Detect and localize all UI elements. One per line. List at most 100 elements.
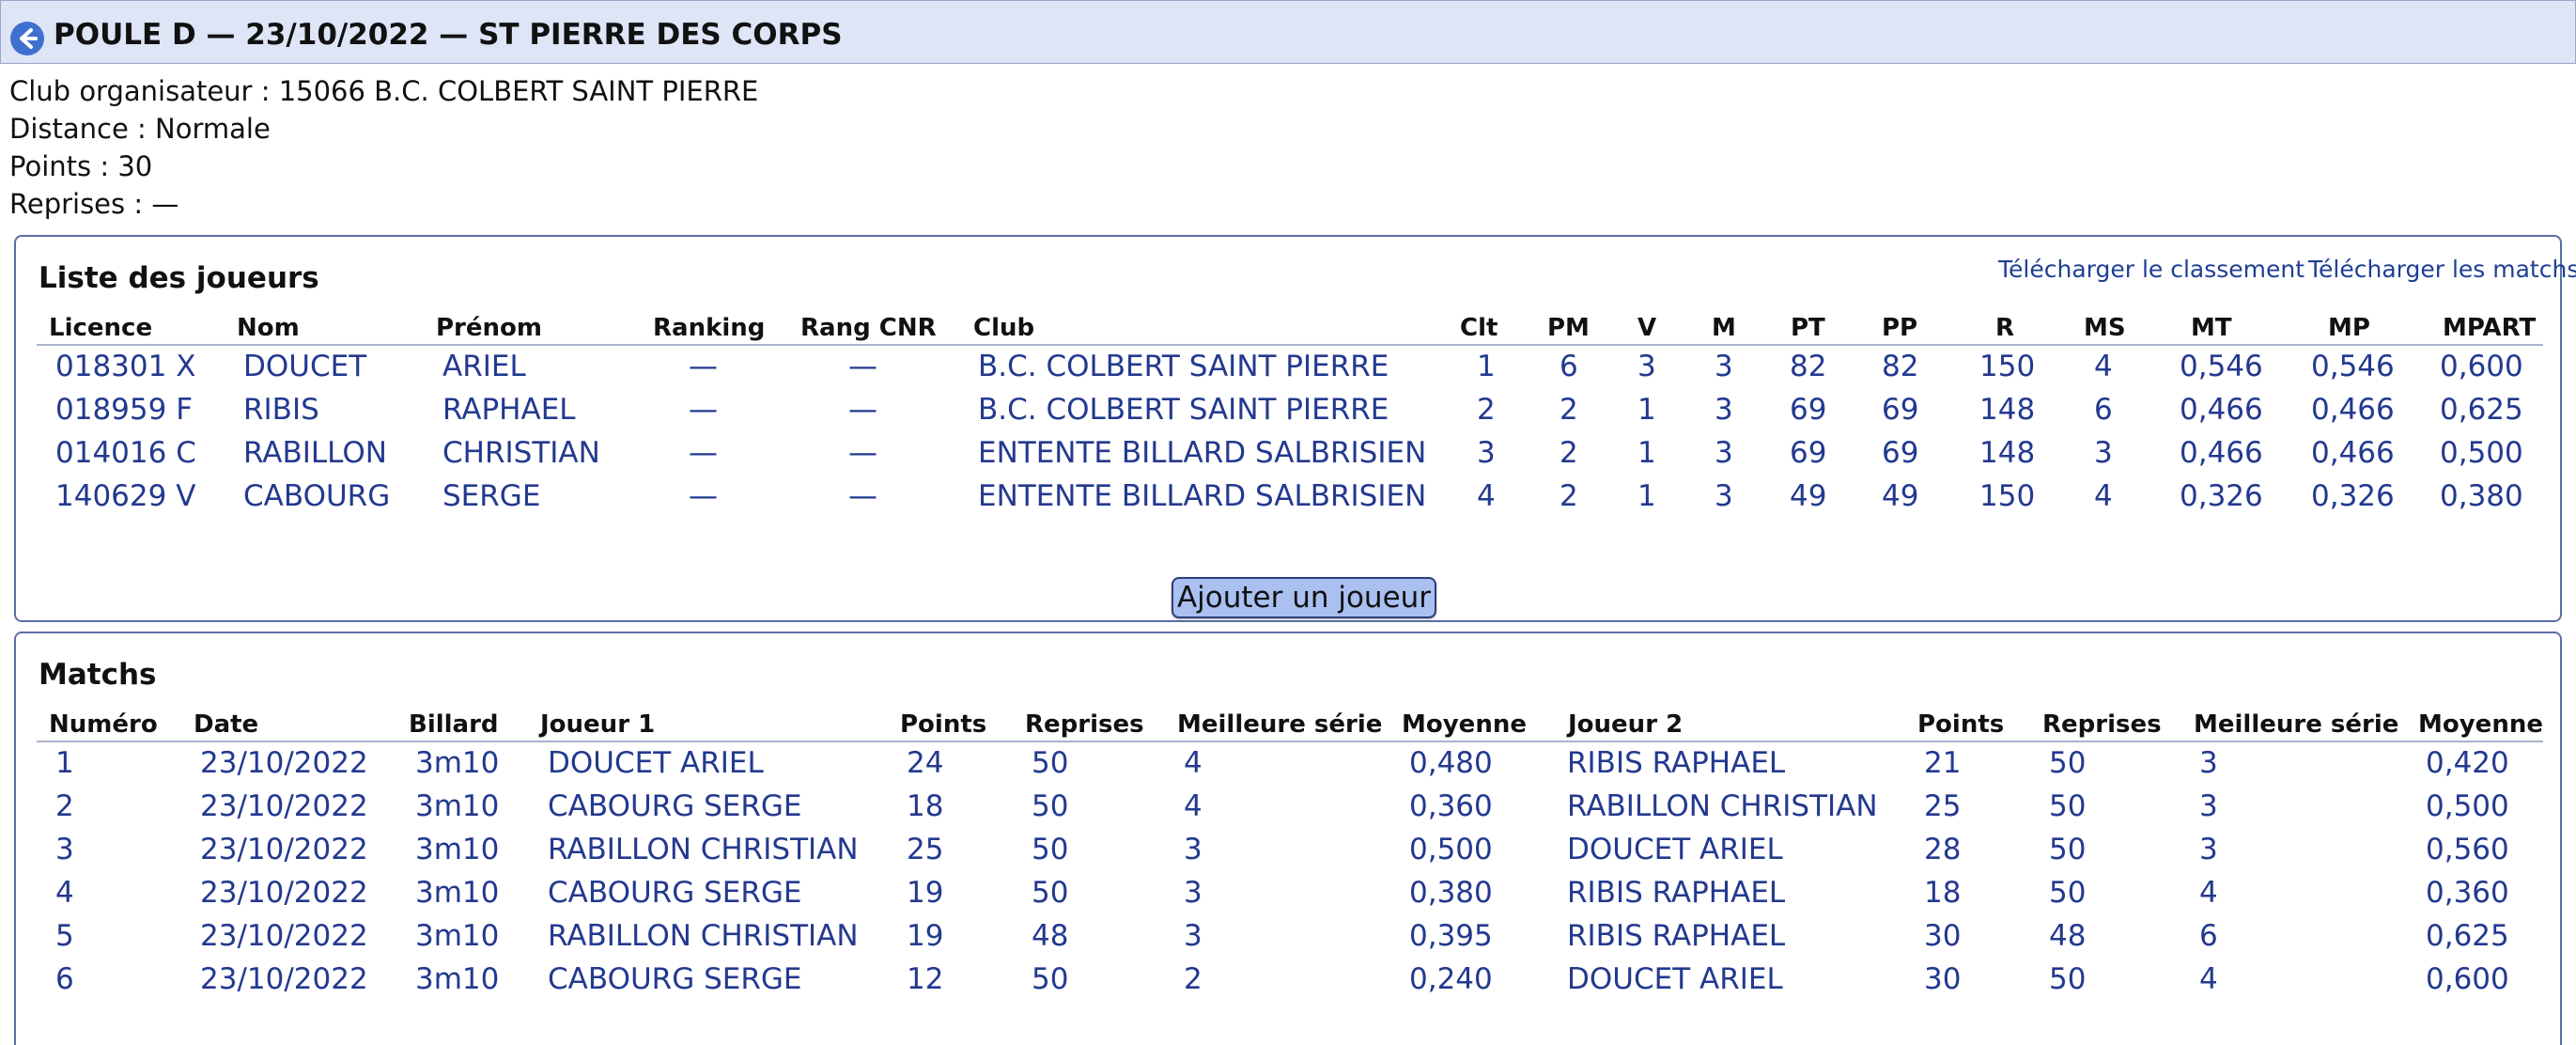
match-cell-billard: 3m10: [415, 919, 500, 953]
column-header-moyenne: Moyenne: [2418, 710, 2543, 739]
match-cell-moyenne: 0,600: [2426, 962, 2509, 996]
match-cell-joueur-1: DOUCET ARIEL: [548, 746, 764, 780]
match-cell-joueur-2: DOUCET ARIEL: [1567, 833, 1783, 866]
column-header-v: V: [1637, 314, 1657, 342]
match-row[interactable]: 6 23/10/2022 3m10 CABOURG SERGE 12 50 2 0,240 DO…: [16, 962, 2560, 1006]
match-row[interactable]: 1 23/10/2022 3m10 DOUCET ARIEL 24 50 4 0,480 RIB…: [16, 746, 2560, 789]
player-cell-licence: 018959 F: [55, 393, 194, 427]
player-cell-prenom: RAPHAEL: [442, 393, 576, 427]
match-row[interactable]: 5 23/10/2022 3m10 RABILLON CHRISTIAN 19 48 3 0,…: [16, 919, 2560, 962]
player-cell-mp: 0,546: [2311, 350, 2395, 383]
match-row[interactable]: 4 23/10/2022 3m10 CABOURG SERGE 19 50 3 0,380 RI…: [16, 876, 2560, 919]
add-player-button[interactable]: Ajouter un joueur: [1172, 577, 1436, 618]
match-cell-date: 23/10/2022: [200, 833, 368, 866]
match-cell-points: 19: [907, 919, 944, 953]
info-reprises: Reprises : —: [9, 188, 178, 220]
match-cell-numero: 2: [55, 789, 74, 823]
match-cell-numero: 5: [55, 919, 74, 953]
column-header-meilleure-serie: Meilleure série: [2194, 710, 2399, 739]
player-cell-pt: 69: [1790, 393, 1827, 427]
match-cell-moyenne: 0,625: [2426, 919, 2509, 953]
player-cell-pm: 6: [1560, 350, 1578, 383]
column-header-reprises: Reprises: [1025, 710, 1144, 739]
player-cell-prenom: CHRISTIAN: [442, 436, 600, 470]
match-cell-billard: 3m10: [415, 962, 500, 996]
column-header-m: M: [1712, 314, 1736, 342]
matches-panel: Matchs Numéro Date Billard Joueur 1 Points Re…: [14, 632, 2562, 1045]
player-cell-ranking: —: [689, 479, 718, 513]
player-cell-pt: 69: [1790, 436, 1827, 470]
match-cell-moyenne: 0,395: [1409, 919, 1493, 953]
player-cell-ms: 3: [2094, 436, 2113, 470]
match-cell-moyenne: 0,480: [1409, 746, 1493, 780]
info-value: 15066 B.C. COLBERT SAINT PIERRE: [278, 75, 759, 107]
player-cell-nom: RIBIS: [243, 393, 319, 427]
match-cell-moyenne: 0,500: [2426, 789, 2509, 823]
column-header-rang-cnr: Rang CNR: [800, 314, 937, 342]
match-cell-points: 19: [907, 876, 944, 910]
download-matches-link[interactable]: Télécharger les matchs: [2308, 256, 2576, 283]
match-cell-reprises: 48: [2049, 919, 2087, 953]
player-row[interactable]: 014016 C RABILLON CHRISTIAN — — ENTENTE BILLA…: [16, 436, 2560, 479]
player-cell-prenom: ARIEL: [442, 350, 526, 383]
column-header-joueur-1: Joueur 1: [540, 710, 656, 739]
match-cell-reprises: 50: [2049, 746, 2087, 780]
player-cell-pm: 2: [1560, 436, 1578, 470]
column-header-ms: MS: [2084, 314, 2126, 342]
match-cell-meilleure-serie: 6: [2199, 919, 2218, 953]
match-cell-points: 25: [1924, 789, 1962, 823]
match-cell-points: 12: [907, 962, 944, 996]
info-distance: Distance : Normale: [9, 113, 271, 145]
column-header-clt: Clt: [1460, 314, 1498, 342]
column-header-nom: Nom: [237, 314, 300, 342]
match-cell-reprises: 50: [2049, 789, 2087, 823]
match-cell-billard: 3m10: [415, 746, 500, 780]
player-cell-pp: 69: [1882, 393, 1919, 427]
match-cell-meilleure-serie: 4: [2199, 962, 2218, 996]
player-cell-ranking: —: [689, 393, 718, 427]
match-cell-joueur-1: CABOURG SERGE: [548, 789, 802, 823]
match-cell-moyenne: 0,420: [2426, 746, 2509, 780]
column-header-club: Club: [973, 314, 1035, 342]
match-cell-joueur-2: RABILLON CHRISTIAN: [1567, 789, 1878, 823]
match-row[interactable]: 3 23/10/2022 3m10 RABILLON CHRISTIAN 25 50 3 0,…: [16, 833, 2560, 876]
match-cell-date: 23/10/2022: [200, 962, 368, 996]
player-cell-ms: 4: [2094, 479, 2113, 513]
players-title: Liste des joueurs: [39, 261, 319, 295]
match-cell-points: 28: [1924, 833, 1962, 866]
column-header-pm: PM: [1547, 314, 1590, 342]
players-panel: Liste des joueurs Télécharger le classem…: [14, 235, 2576, 622]
player-cell-mpart: 0,380: [2440, 479, 2523, 513]
player-cell-clt: 3: [1477, 436, 1496, 470]
match-cell-meilleure-serie: 4: [2199, 876, 2218, 910]
match-cell-billard: 3m10: [415, 789, 500, 823]
player-cell-clt: 1: [1477, 350, 1496, 383]
match-cell-joueur-1: CABOURG SERGE: [548, 876, 802, 910]
circle-arrow-left-icon[interactable]: [10, 22, 44, 55]
player-row[interactable]: 140629 V CABOURG SERGE — — ENTENTE BILLARD SA…: [16, 479, 2560, 522]
column-header-billard: Billard: [409, 710, 499, 739]
info-label: Points :: [9, 150, 118, 182]
player-cell-r: 150: [1979, 350, 2036, 383]
player-cell-ms: 6: [2094, 393, 2113, 427]
download-ranking-link[interactable]: Télécharger le classement: [1998, 256, 2304, 283]
info-label: Reprises :: [9, 188, 152, 220]
player-cell-m: 3: [1715, 479, 1733, 513]
player-cell-club: ENTENTE BILLARD SALBRISIEN: [978, 436, 1427, 470]
player-cell-pp: 49: [1882, 479, 1919, 513]
player-cell-nom: DOUCET: [243, 350, 367, 383]
player-cell-mpart: 0,625: [2440, 393, 2523, 427]
match-cell-joueur-1: RABILLON CHRISTIAN: [548, 919, 859, 953]
player-cell-mpart: 0,600: [2440, 350, 2523, 383]
player-cell-club: ENTENTE BILLARD SALBRISIEN: [978, 479, 1427, 513]
match-cell-joueur-2: RIBIS RAPHAEL: [1567, 876, 1786, 910]
player-row[interactable]: 018301 X DOUCET ARIEL — — B.C. COLBERT SAINT …: [16, 350, 2560, 393]
column-header-mt: MT: [2191, 314, 2232, 342]
match-row[interactable]: 2 23/10/2022 3m10 CABOURG SERGE 18 50 4 0,360 RA…: [16, 789, 2560, 833]
match-cell-numero: 3: [55, 833, 74, 866]
match-cell-date: 23/10/2022: [200, 746, 368, 780]
player-cell-mt: 0,326: [2180, 479, 2263, 513]
player-row[interactable]: 018959 F RIBIS RAPHAEL — — B.C. COLBERT SAINT…: [16, 393, 2560, 436]
column-header-ranking: Ranking: [653, 314, 766, 342]
player-cell-pm: 2: [1560, 479, 1578, 513]
